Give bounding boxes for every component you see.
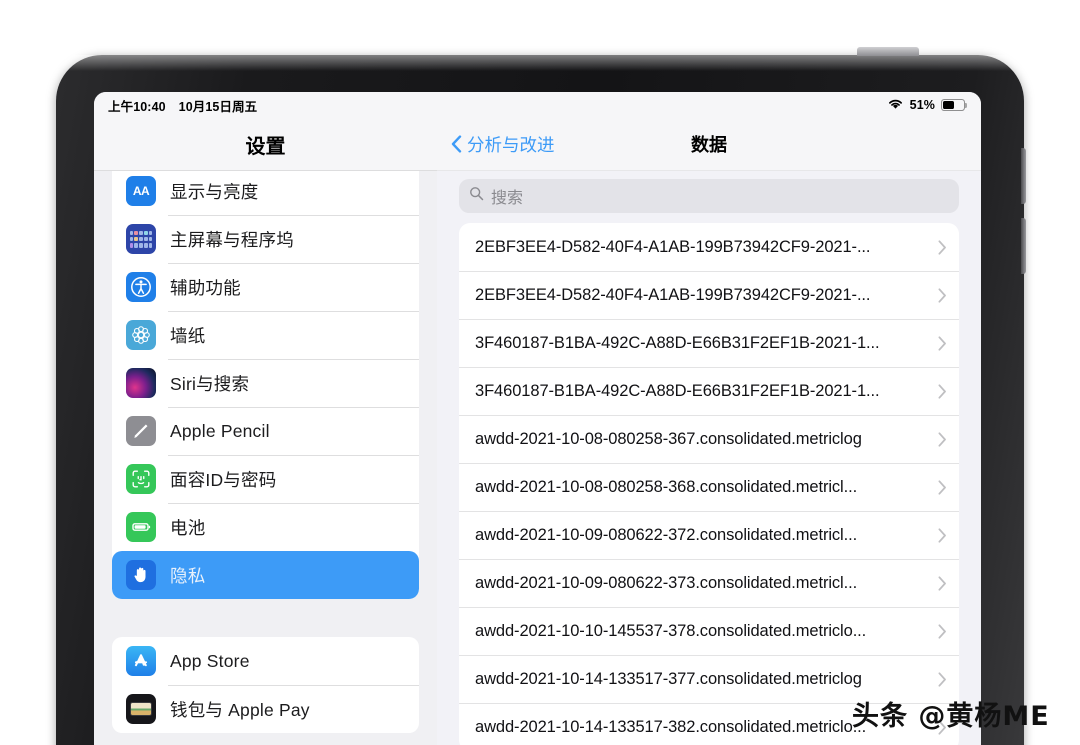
detail-pane: 分析与改进 数据 搜索 bbox=[437, 118, 981, 745]
chevron-right-icon bbox=[938, 576, 947, 591]
list-item[interactable]: awdd-2021-10-10-145537-378.consolidated.… bbox=[459, 607, 959, 655]
sidebar-item-label: 钱包与 Apple Pay bbox=[170, 697, 310, 722]
list-item[interactable]: 3F460187-B1BA-492C-A88D-E66B31F2EF1B-202… bbox=[459, 367, 959, 415]
chevron-right-icon bbox=[938, 336, 947, 351]
search-placeholder: 搜索 bbox=[491, 184, 523, 208]
detail-nav-bar: 分析与改进 数据 bbox=[437, 118, 981, 171]
list-item[interactable]: awdd-2021-10-14-133517-377.consolidated.… bbox=[459, 655, 959, 703]
sidebar-item-face-id-passcode[interactable]: 面容ID与密码 bbox=[112, 455, 419, 503]
status-time: 上午10:40 bbox=[108, 96, 166, 115]
face-id-icon bbox=[126, 464, 156, 494]
home-screen-dock-icon bbox=[126, 224, 156, 254]
status-date: 10月15日周五 bbox=[179, 96, 258, 115]
volume-up-button[interactable] bbox=[1021, 148, 1026, 204]
app-store-icon bbox=[126, 646, 156, 676]
battery-icon bbox=[941, 99, 965, 111]
screenshot-root: 上午10:40 10月15日周五 51% bbox=[0, 0, 1080, 745]
sidebar-item-wallet-apple-pay[interactable]: 钱包与 Apple Pay bbox=[112, 685, 419, 733]
sidebar-item-app-store[interactable]: App Store bbox=[112, 637, 419, 685]
chevron-left-icon bbox=[451, 135, 462, 153]
status-bar-left: 上午10:40 10月15日周五 bbox=[108, 96, 257, 115]
chevron-right-icon bbox=[938, 624, 947, 639]
list-item[interactable]: awdd-2021-10-08-080258-368.consolidated.… bbox=[459, 463, 959, 511]
list-item[interactable]: awdd-2021-10-09-080622-372.consolidated.… bbox=[459, 511, 959, 559]
sidebar-item-label: 面容ID与密码 bbox=[170, 467, 276, 492]
search-container: 搜索 bbox=[437, 171, 981, 223]
status-bar-right: 51% bbox=[887, 97, 965, 113]
apple-pencil-icon bbox=[126, 416, 156, 446]
status-bar: 上午10:40 10月15日周五 51% bbox=[94, 92, 981, 118]
list-item-label: 2EBF3EE4-D582-40F4-A1AB-199B73942CF9-202… bbox=[475, 238, 930, 257]
back-button[interactable]: 分析与改进 bbox=[451, 132, 555, 157]
battery-fill bbox=[943, 101, 954, 108]
sidebar-item-label: 主屏幕与程序坞 bbox=[170, 227, 294, 252]
device-screen: 上午10:40 10月15日周五 51% bbox=[94, 92, 981, 745]
sidebar-scroll-area[interactable]: AA 显示与亮度 主屏幕与程序坞 bbox=[94, 171, 437, 745]
sidebar-item-apple-pencil[interactable]: Apple Pencil bbox=[112, 407, 419, 455]
chevron-right-icon bbox=[938, 432, 947, 447]
wallet-card-graphic bbox=[130, 702, 152, 716]
chevron-right-icon bbox=[938, 480, 947, 495]
list-item[interactable]: awdd-2021-10-14-133517-382.consolidated.… bbox=[459, 703, 959, 745]
battery-icon bbox=[126, 512, 156, 542]
sidebar-item-home-screen-dock[interactable]: 主屏幕与程序坞 bbox=[112, 215, 419, 263]
sidebar-item-display-brightness[interactable]: AA 显示与亮度 bbox=[112, 171, 419, 215]
power-button[interactable] bbox=[857, 47, 919, 56]
list-item[interactable]: 2EBF3EE4-D582-40F4-A1AB-199B73942CF9-202… bbox=[459, 223, 959, 271]
list-item[interactable]: 2EBF3EE4-D582-40F4-A1AB-199B73942CF9-202… bbox=[459, 271, 959, 319]
list-item-label: awdd-2021-10-09-080622-372.consolidated.… bbox=[475, 526, 930, 545]
sidebar-title: 设置 bbox=[94, 118, 437, 171]
search-icon bbox=[469, 186, 484, 206]
page-title: 数据 bbox=[691, 131, 727, 157]
sidebar-item-label: Apple Pencil bbox=[170, 421, 270, 442]
list-item[interactable]: 3F460187-B1BA-492C-A88D-E66B31F2EF1B-202… bbox=[459, 319, 959, 367]
sidebar-item-label: 显示与亮度 bbox=[170, 179, 259, 204]
list-item-label: awdd-2021-10-09-080622-373.consolidated.… bbox=[475, 574, 930, 593]
accessibility-icon bbox=[126, 272, 156, 302]
sidebar-item-label: Siri与搜索 bbox=[170, 371, 249, 396]
list-item-label: awdd-2021-10-08-080258-367.consolidated.… bbox=[475, 430, 930, 449]
sidebar-group-apps: App Store 钱包与 Apple Pay bbox=[112, 637, 419, 733]
volume-down-button[interactable] bbox=[1021, 218, 1026, 274]
back-button-label: 分析与改进 bbox=[467, 132, 555, 157]
search-input[interactable]: 搜索 bbox=[459, 179, 959, 213]
sidebar-item-accessibility[interactable]: 辅助功能 bbox=[112, 263, 419, 311]
battery-percent-label: 51% bbox=[910, 98, 935, 112]
split-view: 设置 AA 显示与亮度 主屏幕与程序坞 bbox=[94, 118, 981, 745]
settings-sidebar: 设置 AA 显示与亮度 主屏幕与程序坞 bbox=[94, 118, 437, 745]
sidebar-item-siri-search[interactable]: Siri与搜索 bbox=[112, 359, 419, 407]
list-item[interactable]: awdd-2021-10-09-080622-373.consolidated.… bbox=[459, 559, 959, 607]
sidebar-item-label: 辅助功能 bbox=[170, 275, 241, 300]
privacy-hand-icon bbox=[126, 560, 156, 590]
chevron-right-icon bbox=[938, 672, 947, 687]
sidebar-item-label: 墙纸 bbox=[170, 323, 205, 348]
wifi-icon bbox=[887, 97, 904, 113]
sidebar-item-battery[interactable]: 电池 bbox=[112, 503, 419, 551]
sidebar-item-privacy[interactable]: 隐私 bbox=[112, 551, 419, 599]
sidebar-item-label: 电池 bbox=[170, 515, 205, 540]
sidebar-item-wallpaper[interactable]: 墙纸 bbox=[112, 311, 419, 359]
chevron-right-icon bbox=[938, 720, 947, 735]
list-item-label: awdd-2021-10-10-145537-378.consolidated.… bbox=[475, 622, 930, 641]
sidebar-item-label: App Store bbox=[170, 651, 250, 672]
sidebar-item-label: 隐私 bbox=[170, 563, 205, 588]
chevron-right-icon bbox=[938, 240, 947, 255]
list-item-label: 2EBF3EE4-D582-40F4-A1AB-199B73942CF9-202… bbox=[475, 286, 930, 305]
bezel-highlight bbox=[56, 55, 1024, 71]
siri-icon bbox=[126, 368, 156, 398]
chevron-right-icon bbox=[938, 528, 947, 543]
list-item[interactable]: awdd-2021-10-08-080258-367.consolidated.… bbox=[459, 415, 959, 463]
data-log-list: 2EBF3EE4-D582-40F4-A1AB-199B73942CF9-202… bbox=[459, 223, 959, 745]
list-item-label: 3F460187-B1BA-492C-A88D-E66B31F2EF1B-202… bbox=[475, 334, 930, 353]
list-item-label: awdd-2021-10-14-133517-382.consolidated.… bbox=[475, 718, 930, 737]
list-item-label: awdd-2021-10-08-080258-368.consolidated.… bbox=[475, 478, 930, 497]
chevron-right-icon bbox=[938, 384, 947, 399]
list-item-label: awdd-2021-10-14-133517-377.consolidated.… bbox=[475, 670, 930, 689]
chevron-right-icon bbox=[938, 288, 947, 303]
wallpaper-icon bbox=[126, 320, 156, 350]
sidebar-group-system: AA 显示与亮度 主屏幕与程序坞 bbox=[112, 171, 419, 599]
list-item-label: 3F460187-B1BA-492C-A88D-E66B31F2EF1B-202… bbox=[475, 382, 930, 401]
wallet-icon bbox=[126, 694, 156, 724]
display-brightness-icon: AA bbox=[126, 176, 156, 206]
